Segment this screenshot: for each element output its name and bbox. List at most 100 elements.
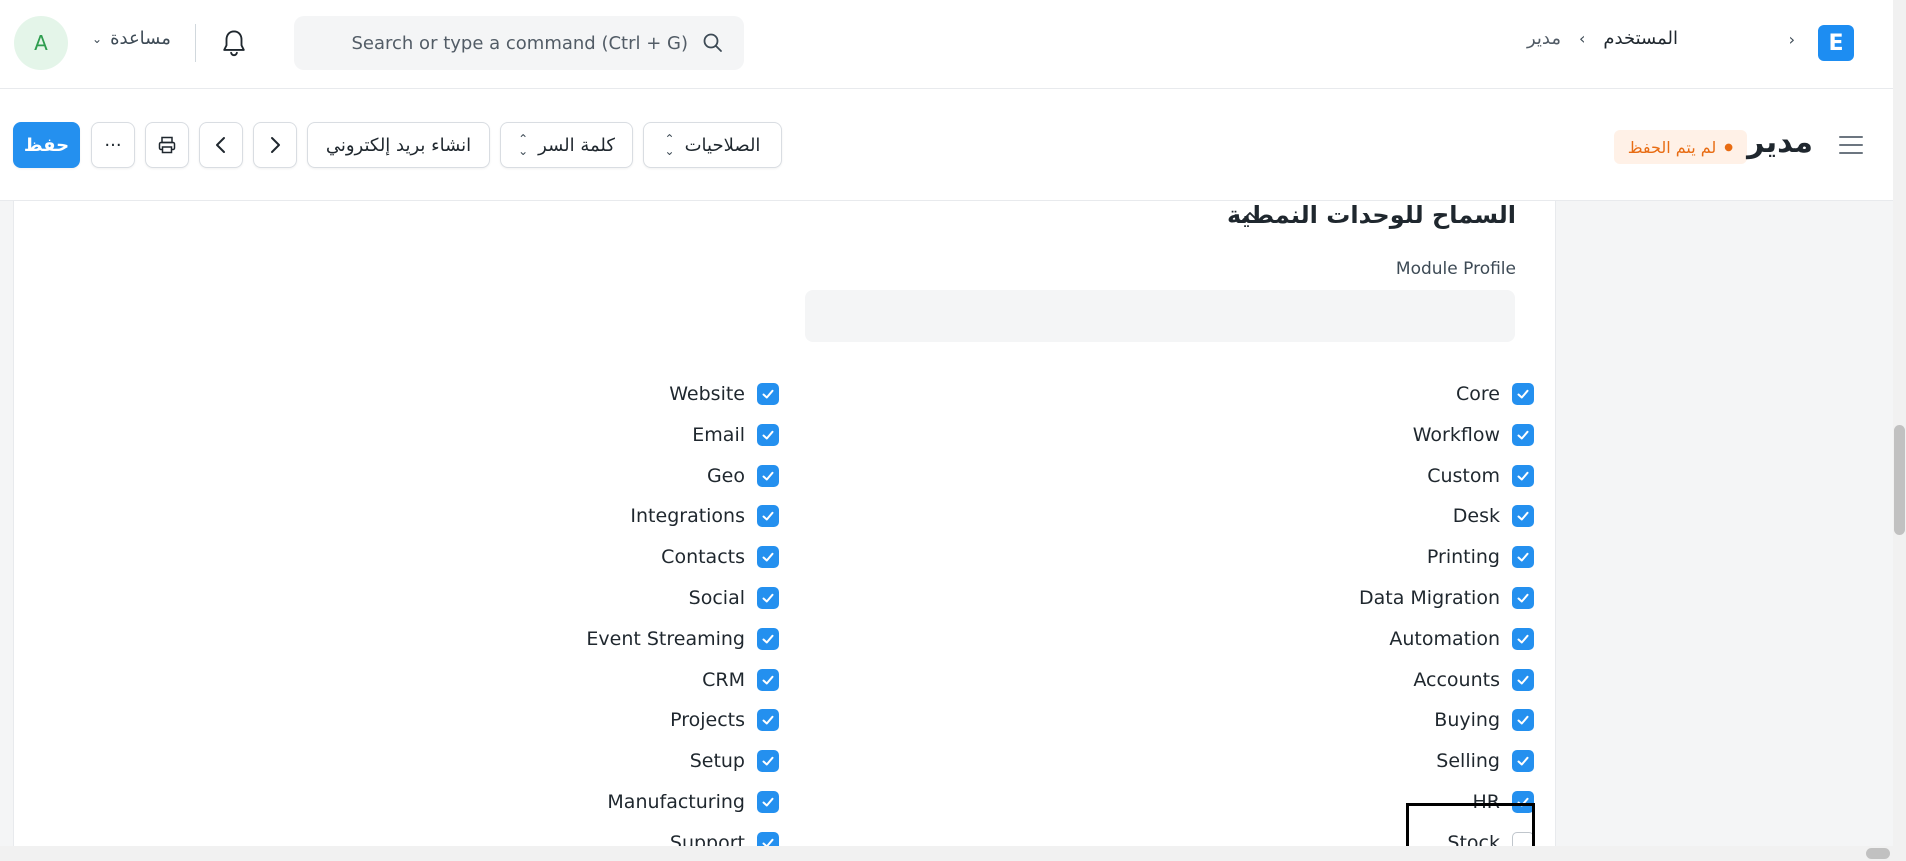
chevron-right-icon: [271, 137, 280, 153]
check-icon: [1517, 389, 1529, 399]
module-checkbox-row[interactable]: Buying: [1434, 706, 1534, 734]
module-checkbox-row[interactable]: Automation: [1389, 625, 1534, 653]
check-icon: [1517, 716, 1529, 725]
checkbox-checked[interactable]: [757, 546, 779, 569]
module-checkbox-row[interactable]: Setup: [690, 747, 779, 775]
module-checkbox-row[interactable]: Custom: [1427, 462, 1534, 490]
print-button[interactable]: [145, 122, 189, 168]
checkbox-checked[interactable]: [1512, 383, 1534, 405]
checkbox-checked[interactable]: [757, 464, 779, 487]
search-bar[interactable]: [294, 16, 744, 70]
module-checkbox-row[interactable]: Printing: [1427, 543, 1534, 571]
checkbox-checked[interactable]: [1512, 668, 1534, 691]
checkbox-checked[interactable]: [1512, 750, 1534, 773]
checkbox-checked[interactable]: [757, 668, 779, 691]
checkbox-checked[interactable]: [1512, 587, 1534, 609]
horizontal-scrollbar[interactable]: [0, 846, 1893, 861]
chevron-left-icon: [216, 137, 225, 153]
status-badge-label: لم يتم الحفظ: [1627, 137, 1717, 157]
checkbox-checked[interactable]: [1512, 627, 1534, 650]
checkbox-checked[interactable]: [757, 627, 779, 650]
more-menu-button[interactable]: ···: [91, 122, 135, 168]
module-label: CRM: [702, 668, 745, 691]
help-dropdown[interactable]: ⌄ مساعدة: [92, 28, 171, 49]
checkbox-checked[interactable]: [1512, 546, 1534, 569]
sidebar-toggle-icon[interactable]: [1839, 135, 1863, 155]
check-icon: [762, 512, 774, 521]
checkbox-checked[interactable]: [757, 505, 779, 528]
module-label: Buying: [1434, 709, 1500, 732]
module-checkbox-row[interactable]: Selling: [1436, 747, 1534, 775]
module-label: Email: [692, 423, 745, 446]
module-checkbox-row[interactable]: Desk: [1453, 502, 1534, 530]
vertical-scrollbar-thumb[interactable]: [1894, 425, 1905, 535]
module-checkbox-row[interactable]: Website: [669, 380, 779, 408]
module-profile-label: Module Profile: [1395, 259, 1516, 279]
module-label: Projects: [670, 709, 745, 732]
module-checkbox-row[interactable]: Support: [670, 829, 779, 846]
checkbox-checked[interactable]: [1512, 464, 1534, 487]
password-dropdown-button[interactable]: ⌃ ⌄ كلمة السر: [500, 122, 633, 168]
status-dot-icon: ●: [1724, 141, 1733, 153]
checkbox-checked[interactable]: [1512, 423, 1534, 446]
module-checkbox-row[interactable]: Contacts: [661, 543, 779, 571]
breadcrumb-current: مدير: [1526, 28, 1561, 49]
module-label: Data Migration: [1359, 587, 1500, 609]
module-label: Selling: [1436, 750, 1500, 773]
permissions-dropdown-button[interactable]: ⌃ ⌄ الصلاحيات: [643, 122, 782, 168]
help-label: مساعدة: [110, 28, 171, 49]
checkbox-checked[interactable]: [757, 831, 779, 846]
check-icon: [762, 634, 774, 644]
next-record-button[interactable]: [253, 122, 297, 168]
module-checkbox-row[interactable]: CRM: [702, 666, 779, 694]
module-checkbox-row[interactable]: Projects: [670, 706, 779, 734]
module-checkbox-row[interactable]: Data Migration: [1359, 584, 1534, 612]
module-label: Printing: [1426, 546, 1500, 569]
checkbox-checked[interactable]: [757, 423, 779, 446]
module-checkbox-row[interactable]: Manufacturing: [607, 788, 779, 816]
user-avatar[interactable]: A: [14, 16, 68, 70]
chevron-up-icon[interactable]: [1240, 207, 1260, 225]
module-label: Custom: [1427, 464, 1500, 487]
focus-highlight-box: [1406, 803, 1535, 852]
module-checkbox-row[interactable]: Social: [689, 584, 779, 612]
check-icon: [762, 675, 774, 685]
checkbox-checked[interactable]: [757, 383, 779, 405]
checkbox-checked[interactable]: [1512, 709, 1534, 732]
module-checkbox-row[interactable]: Geo: [707, 462, 779, 490]
check-icon: [762, 838, 774, 846]
create-email-button[interactable]: انشاء بريد إلكتروني: [307, 122, 490, 168]
module-label: Geo: [706, 464, 745, 487]
module-checkbox-row[interactable]: Integrations: [630, 502, 779, 530]
checkbox-checked[interactable]: [757, 791, 779, 813]
app-logo[interactable]: E: [1818, 25, 1854, 61]
bell-icon[interactable]: [220, 28, 248, 58]
avatar-letter: A: [34, 31, 48, 55]
check-icon: [762, 430, 774, 440]
save-button[interactable]: حفظ: [13, 122, 80, 168]
checkbox-checked[interactable]: [757, 750, 779, 773]
navbar: A ⌄ مساعدة المستخدم › مدير › E: [0, 0, 1893, 89]
previous-record-button[interactable]: [199, 122, 243, 168]
module-label: Event Streaming: [586, 627, 745, 650]
module-label: Automation: [1389, 627, 1500, 650]
check-icon: [762, 756, 774, 766]
module-checkbox-row[interactable]: Core: [1456, 380, 1534, 408]
horizontal-scrollbar-thumb[interactable]: [1866, 848, 1890, 859]
module-checkbox-row[interactable]: Accounts: [1413, 666, 1534, 694]
module-profile-input[interactable]: [805, 290, 1515, 342]
checkbox-checked[interactable]: [757, 709, 779, 732]
checkbox-checked[interactable]: [757, 587, 779, 609]
search-input[interactable]: [338, 32, 688, 54]
check-icon: [1517, 593, 1529, 603]
checkbox-checked[interactable]: [1512, 505, 1534, 528]
breadcrumb-users[interactable]: المستخدم: [1603, 28, 1678, 49]
check-icon: [762, 593, 774, 603]
check-icon: [1517, 552, 1529, 562]
check-icon: [762, 797, 774, 807]
module-checkbox-row[interactable]: Event Streaming: [586, 625, 779, 653]
module-checkbox-row[interactable]: Email: [692, 421, 779, 449]
check-icon: [1517, 634, 1529, 644]
check-icon: [762, 471, 774, 481]
module-checkbox-row[interactable]: Workflow: [1413, 421, 1534, 449]
